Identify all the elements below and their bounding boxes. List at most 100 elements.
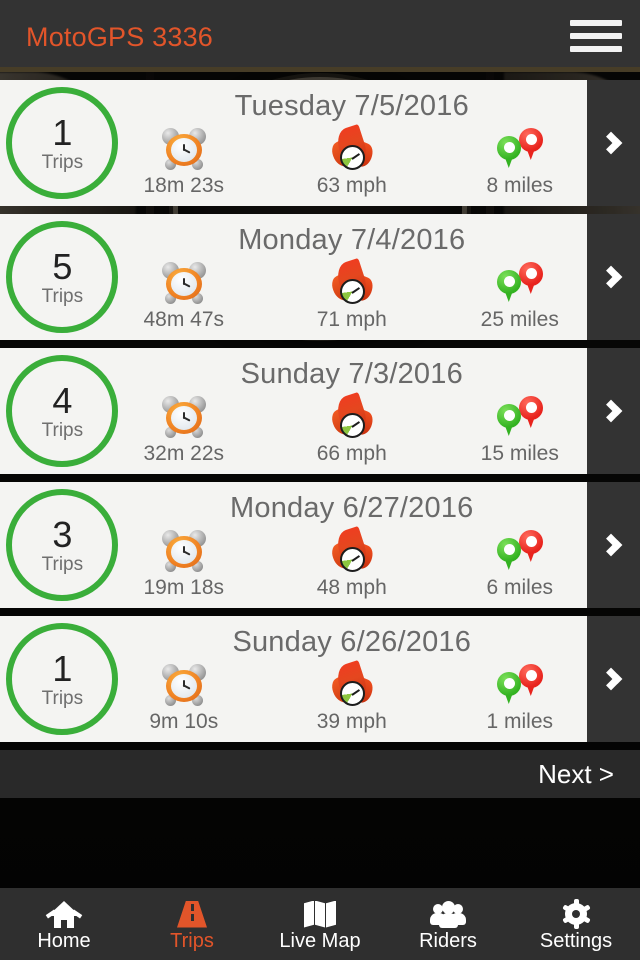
stat-top-speed-value: 63 mph bbox=[316, 174, 387, 197]
stat-top-speed: 48 mph bbox=[293, 525, 411, 600]
stat-top-speed: 39 mph bbox=[293, 659, 411, 734]
trip-detail-arrow-button[interactable] bbox=[586, 616, 640, 742]
hamburger-bar bbox=[570, 20, 622, 26]
trip-card[interactable]: 1 Trips Tuesday 7/5/2016 18m 23s 63 mph bbox=[0, 80, 640, 206]
hamburger-bar bbox=[570, 46, 622, 52]
stat-distance-value: 1 miles bbox=[486, 710, 554, 733]
map-pins-icon bbox=[496, 664, 543, 706]
trip-count-value: 1 bbox=[52, 111, 73, 153]
nav-item-label: Trips bbox=[170, 929, 214, 952]
map-pins-icon bbox=[496, 530, 543, 572]
hamburger-menu-icon[interactable] bbox=[570, 18, 622, 54]
stat-duration: 19m 18s bbox=[125, 529, 243, 600]
stat-duration-value: 19m 18s bbox=[143, 576, 225, 599]
trip-stats-row: 32m 22s 66 mph 15 miles bbox=[125, 391, 579, 466]
trip-detail-arrow-button[interactable] bbox=[586, 80, 640, 206]
trip-card[interactable]: 3 Trips Monday 6/27/2016 19m 18s 48 mph bbox=[0, 482, 640, 608]
trip-card-body: Tuesday 7/5/2016 18m 23s 63 mph 8 miles bbox=[125, 80, 587, 206]
map-pins-icon bbox=[496, 128, 543, 170]
nav-item-home[interactable]: Home bbox=[0, 888, 128, 960]
trip-date: Tuesday 7/5/2016 bbox=[234, 90, 469, 122]
chevron-right-icon bbox=[599, 265, 623, 289]
stat-duration-value: 32m 22s bbox=[143, 442, 225, 465]
alarm-clock-icon bbox=[161, 530, 206, 572]
map-pins-icon bbox=[496, 262, 543, 304]
stat-distance: 15 miles bbox=[461, 395, 579, 466]
trip-count-label: Trips bbox=[41, 553, 84, 575]
stat-distance: 1 miles bbox=[461, 663, 579, 734]
next-page-button[interactable]: Next > bbox=[538, 759, 640, 790]
stat-distance: 6 miles bbox=[461, 529, 579, 600]
chevron-right-icon bbox=[599, 399, 623, 423]
alarm-clock-icon bbox=[161, 664, 206, 706]
alarm-clock-icon bbox=[161, 262, 206, 304]
hamburger-bar bbox=[570, 33, 622, 39]
stat-duration-value: 48m 47s bbox=[143, 308, 225, 331]
nav-item-label: Live Map bbox=[279, 929, 361, 952]
flame-speedometer-icon bbox=[327, 123, 376, 171]
stat-distance-value: 6 miles bbox=[486, 576, 554, 599]
trip-count-label: Trips bbox=[41, 285, 84, 307]
stat-duration-value: 9m 10s bbox=[149, 710, 219, 733]
trip-detail-arrow-button[interactable] bbox=[586, 348, 640, 474]
trip-count-value: 5 bbox=[52, 245, 73, 287]
trip-stats-row: 9m 10s 39 mph 1 miles bbox=[125, 659, 579, 734]
trip-count-wrap: 1 Trips bbox=[0, 80, 125, 206]
trip-stats-row: 48m 47s 71 mph 25 miles bbox=[125, 257, 579, 332]
flame-speedometer-icon bbox=[327, 391, 376, 439]
trip-count-circle: 4 Trips bbox=[6, 355, 119, 467]
trip-card-body: Sunday 6/26/2016 9m 10s 39 mph 1 miles bbox=[125, 616, 587, 742]
flame-speedometer-icon bbox=[327, 659, 376, 707]
trip-count-wrap: 3 Trips bbox=[0, 482, 125, 608]
nav-item-label: Home bbox=[37, 929, 91, 952]
stat-duration: 9m 10s bbox=[125, 663, 243, 734]
flame-speedometer-icon bbox=[327, 525, 376, 573]
trip-count-circle: 5 Trips bbox=[6, 221, 119, 333]
trip-stats-row: 19m 18s 48 mph 6 miles bbox=[125, 525, 579, 600]
trip-count-circle: 3 Trips bbox=[6, 489, 119, 601]
app-header: MotoGPS 3336 bbox=[0, 0, 640, 72]
nav-item-trips[interactable]: Trips bbox=[128, 888, 256, 960]
nav-item-riders[interactable]: Riders bbox=[384, 888, 512, 960]
stat-top-speed-value: 66 mph bbox=[316, 442, 387, 465]
trip-count-wrap: 5 Trips bbox=[0, 214, 125, 340]
road-icon bbox=[177, 900, 207, 928]
stat-distance-value: 8 miles bbox=[486, 174, 554, 197]
home-icon bbox=[45, 900, 83, 928]
stat-top-speed-value: 71 mph bbox=[316, 308, 387, 331]
nav-item-settings[interactable]: Settings bbox=[512, 888, 640, 960]
trip-detail-arrow-button[interactable] bbox=[586, 214, 640, 340]
alarm-clock-icon bbox=[161, 396, 206, 438]
stat-top-speed: 63 mph bbox=[293, 123, 411, 198]
trip-count-label: Trips bbox=[41, 687, 84, 709]
app-title: MotoGPS 3336 bbox=[26, 22, 214, 52]
trip-date: Sunday 6/26/2016 bbox=[232, 626, 472, 658]
trip-card-body: Monday 7/4/2016 48m 47s 71 mph 25 miles bbox=[125, 214, 587, 340]
stat-duration-value: 18m 23s bbox=[143, 174, 225, 197]
trip-date: Sunday 7/3/2016 bbox=[240, 358, 463, 390]
trip-count-wrap: 4 Trips bbox=[0, 348, 125, 474]
map-pins-icon bbox=[496, 396, 543, 438]
trip-count-value: 3 bbox=[52, 513, 73, 555]
trip-card-body: Sunday 7/3/2016 32m 22s 66 mph 15 miles bbox=[125, 348, 587, 474]
flame-speedometer-icon bbox=[327, 257, 376, 305]
people-icon bbox=[430, 900, 466, 928]
app-screen: 0 20 180 200 Km/h MotoGPS 3336 1 Trips T… bbox=[0, 0, 640, 960]
bottom-navigation-bar: Home Trips Live Map Riders Settings bbox=[0, 888, 640, 960]
stat-duration: 32m 22s bbox=[125, 395, 243, 466]
trip-date: Monday 6/27/2016 bbox=[230, 492, 474, 524]
trip-card[interactable]: 4 Trips Sunday 7/3/2016 32m 22s 66 mph 1… bbox=[0, 348, 640, 474]
stat-top-speed: 71 mph bbox=[293, 257, 411, 332]
chevron-right-icon bbox=[599, 533, 623, 557]
trip-detail-arrow-button[interactable] bbox=[586, 482, 640, 608]
trip-card[interactable]: 1 Trips Sunday 6/26/2016 9m 10s 39 mph 1… bbox=[0, 616, 640, 742]
stat-top-speed: 66 mph bbox=[293, 391, 411, 466]
stat-top-speed-value: 39 mph bbox=[316, 710, 387, 733]
trip-count-label: Trips bbox=[41, 151, 84, 173]
nav-item-live-map[interactable]: Live Map bbox=[256, 888, 384, 960]
trip-card-body: Monday 6/27/2016 19m 18s 48 mph 6 miles bbox=[125, 482, 587, 608]
nav-item-label: Settings bbox=[539, 929, 613, 952]
trip-card[interactable]: 5 Trips Monday 7/4/2016 48m 47s 71 mph 2… bbox=[0, 214, 640, 340]
trip-count-circle: 1 Trips bbox=[6, 87, 119, 199]
stat-distance: 25 miles bbox=[461, 261, 579, 332]
